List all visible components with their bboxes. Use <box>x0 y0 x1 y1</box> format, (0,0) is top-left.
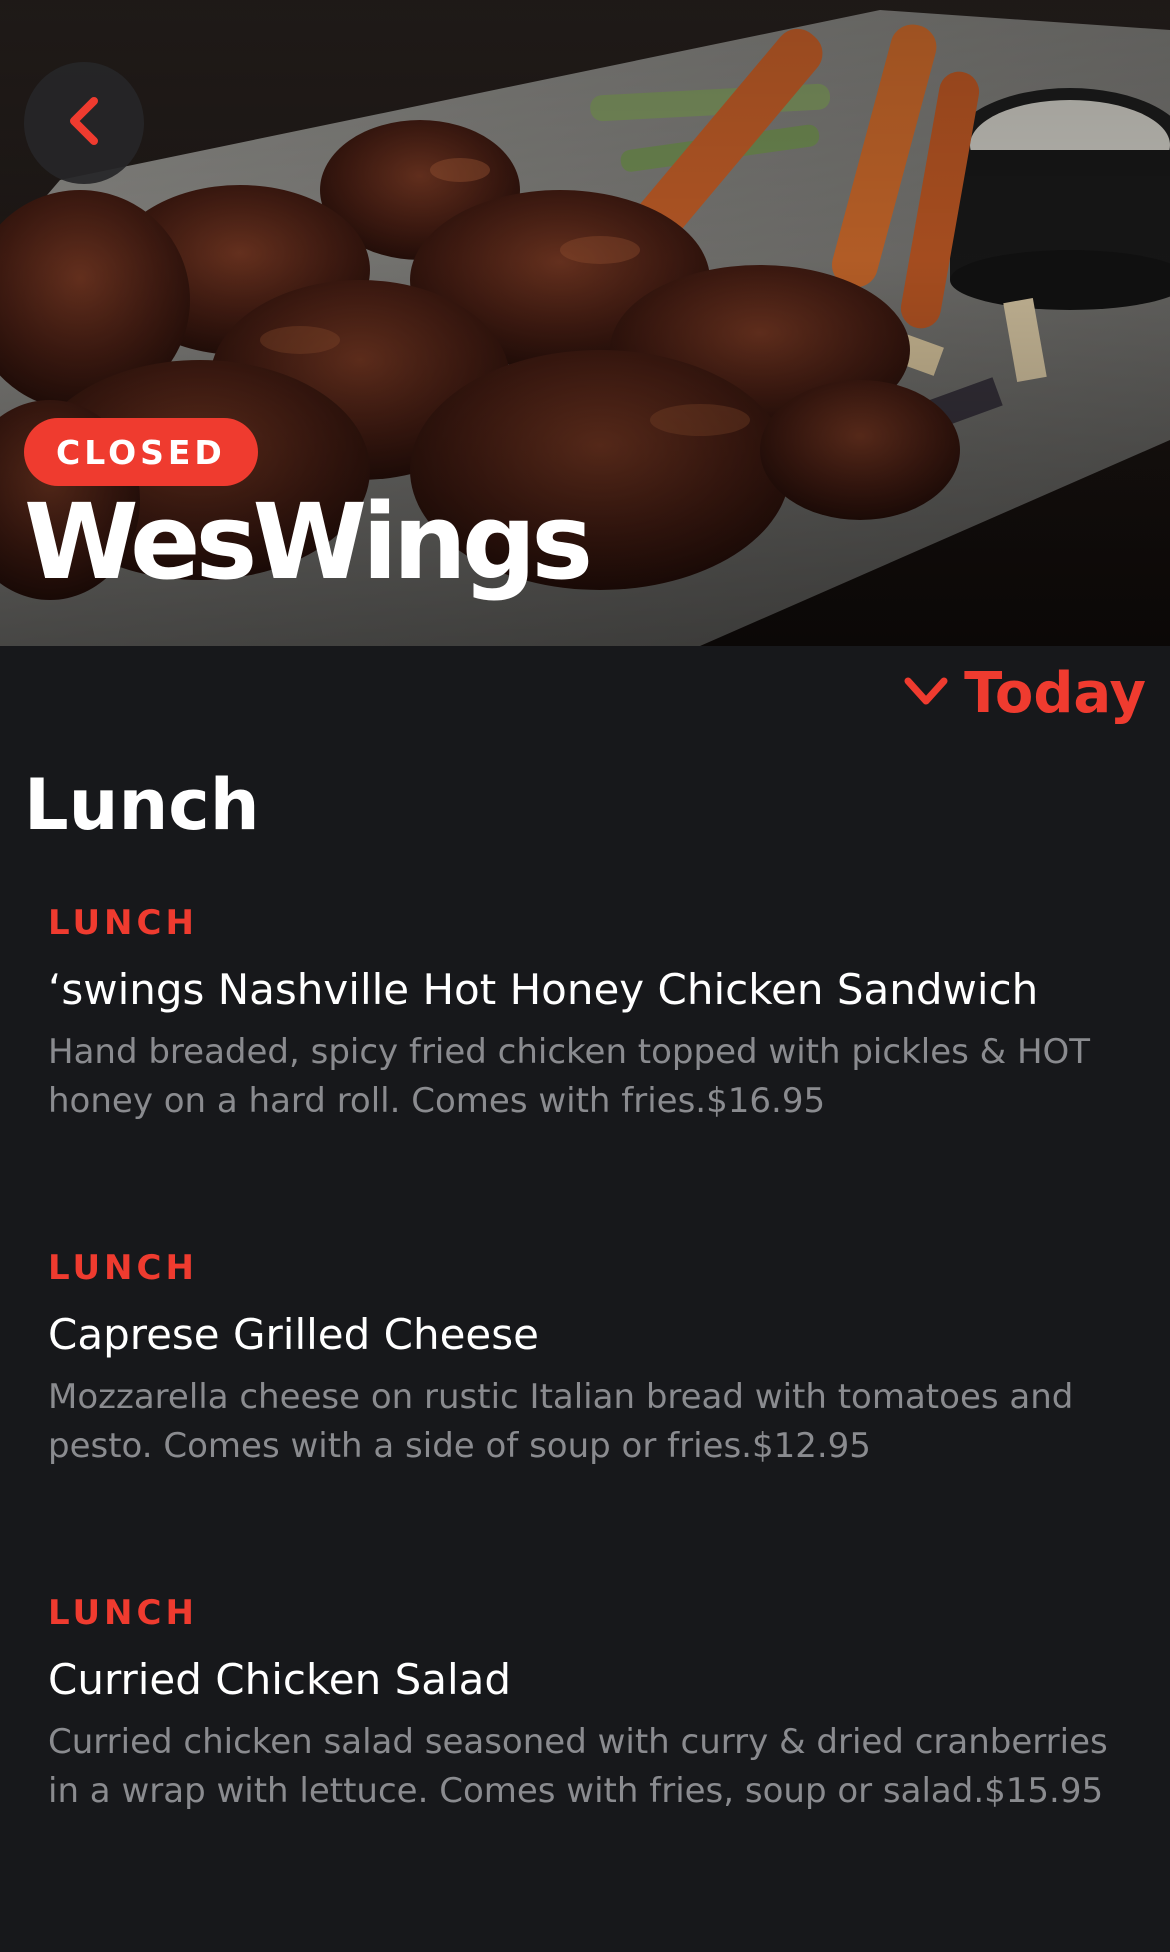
day-selector[interactable]: Today <box>902 666 1146 722</box>
menu-item[interactable]: LUNCH ‘swings Nashville Hot Honey Chicke… <box>48 900 1138 1245</box>
menu-item-name: Caprese Grilled Cheese <box>48 1310 539 1359</box>
menu-list: LUNCH ‘swings Nashville Hot Honey Chicke… <box>48 900 1138 1935</box>
chevron-down-icon <box>902 675 950 713</box>
section-title: Lunch <box>24 764 260 846</box>
menu-item-name: ‘swings Nashville Hot Honey Chicken Sand… <box>48 965 1039 1014</box>
menu-item[interactable]: LUNCH Curried Chicken Salad Curried chic… <box>48 1590 1138 1935</box>
hero-image: CLOSED WesWings <box>0 0 1170 646</box>
menu-item-category: LUNCH <box>48 903 198 943</box>
day-selector-label: Today <box>964 661 1146 726</box>
menu-item-category: LUNCH <box>48 1248 198 1288</box>
status-badge: CLOSED <box>24 418 258 486</box>
restaurant-name: WesWings <box>24 481 593 603</box>
back-button[interactable] <box>24 62 144 184</box>
menu-item-name: Curried Chicken Salad <box>48 1655 512 1704</box>
menu-item-description: Mozzarella cheese on rustic Italian brea… <box>48 1377 1074 1466</box>
menu-item-description: Curried chicken salad seasoned with curr… <box>48 1722 1108 1811</box>
menu-item[interactable]: LUNCH Caprese Grilled Cheese Mozzarella … <box>48 1245 1138 1590</box>
chevron-left-icon <box>64 93 104 153</box>
menu-item-category: LUNCH <box>48 1593 198 1633</box>
menu-item-description: Hand breaded, spicy fried chicken topped… <box>48 1032 1091 1121</box>
